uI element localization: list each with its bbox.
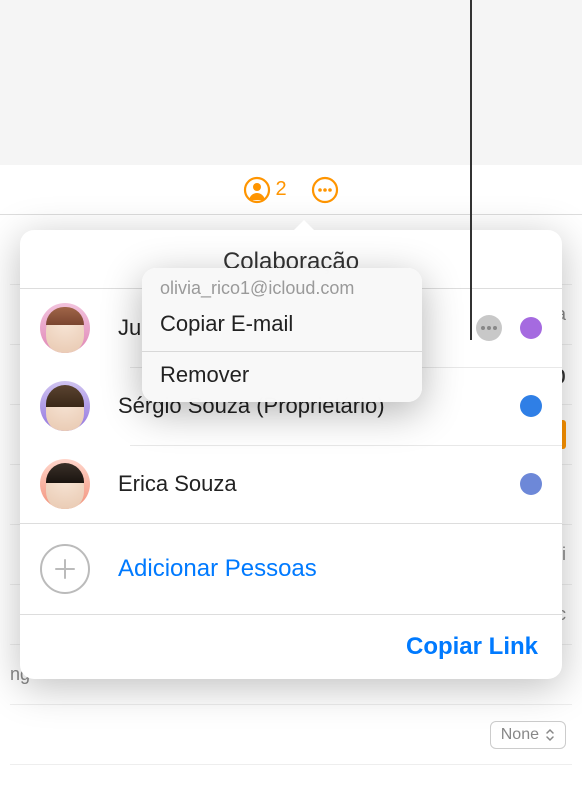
ellipsis-circle-icon bbox=[311, 176, 339, 204]
collaboration-button[interactable]: 2 bbox=[243, 176, 286, 204]
person-more-button[interactable] bbox=[476, 315, 502, 341]
more-menu-button[interactable] bbox=[311, 176, 339, 204]
callout-line bbox=[470, 0, 472, 340]
add-people-button[interactable]: Adicionar Pessoas bbox=[20, 523, 562, 614]
background-select[interactable]: None bbox=[490, 721, 566, 749]
collaboration-count: 2 bbox=[275, 178, 286, 201]
avatar bbox=[40, 303, 90, 353]
context-menu: olivia_rico1@icloud.com Copiar E-mail Re… bbox=[142, 268, 422, 402]
person-row[interactable]: Erica Souza bbox=[20, 445, 562, 523]
select-value: None bbox=[501, 726, 539, 744]
ellipsis-icon bbox=[481, 326, 497, 330]
person-name: Erica Souza bbox=[118, 471, 520, 497]
remove-item[interactable]: Remover bbox=[142, 351, 422, 402]
add-people-label: Adicionar Pessoas bbox=[118, 555, 317, 583]
avatar bbox=[40, 459, 90, 509]
person-circle-icon bbox=[243, 176, 271, 204]
copy-email-item[interactable]: Copiar E-mail bbox=[142, 301, 422, 351]
person-color-dot bbox=[520, 317, 542, 339]
person-color-dot bbox=[520, 395, 542, 417]
toolbar: 2 bbox=[0, 165, 582, 215]
copy-link-button[interactable]: Copiar Link bbox=[406, 633, 538, 661]
person-color-dot bbox=[520, 473, 542, 495]
avatar bbox=[40, 381, 90, 431]
context-menu-email: olivia_rico1@icloud.com bbox=[142, 268, 422, 301]
popover-footer: Copiar Link bbox=[20, 614, 562, 679]
plus-circle-icon bbox=[40, 544, 90, 594]
chevron-updown-icon bbox=[545, 728, 555, 742]
